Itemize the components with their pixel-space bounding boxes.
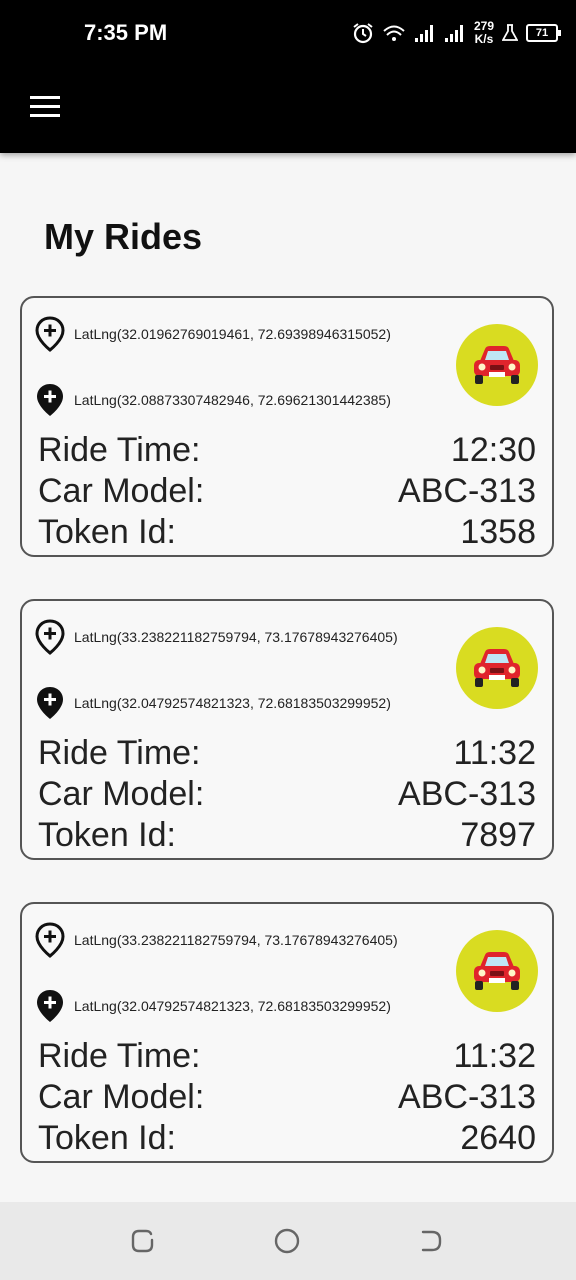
pickup-coordinates: LatLng(33.238221182759794, 73.1767894327… (74, 932, 398, 948)
dropoff-location: LatLng(32.08873307482946, 72.69621301442… (34, 382, 391, 418)
token-id-label: Token Id: (38, 1119, 176, 1157)
home-icon[interactable] (274, 1228, 300, 1254)
pickup-coordinates: LatLng(33.238221182759794, 73.1767894327… (74, 629, 398, 645)
system-nav-bar (0, 1202, 576, 1280)
dropoff-coordinates: LatLng(32.04792574821323, 72.68183503299… (74, 695, 391, 711)
back-icon[interactable] (418, 1228, 444, 1254)
pickup-location: LatLng(32.01962769019461, 72.69398946315… (34, 316, 391, 352)
car-model-row: Car Model: ABC-313 (38, 1077, 536, 1118)
car-icon (474, 952, 520, 990)
ride-time-row: Ride Time: 12:30 (38, 430, 536, 471)
dropoff-coordinates: LatLng(32.04792574821323, 72.68183503299… (74, 998, 391, 1014)
car-model-label: Car Model: (38, 472, 205, 510)
dropoff-location: LatLng(32.04792574821323, 72.68183503299… (34, 685, 391, 721)
token-id-row: Token Id: 1358 (38, 512, 536, 553)
wifi-icon (383, 25, 405, 41)
flask-icon (502, 24, 518, 41)
token-id-value: 7897 (460, 816, 536, 854)
app-bar: 7:35 PM 279 K/s 71 (0, 0, 576, 153)
ride-card[interactable]: LatLng(33.238221182759794, 73.1767894327… (20, 599, 554, 860)
car-model-row: Car Model: ABC-313 (38, 471, 536, 512)
ride-details: Ride Time: 11:32 Car Model: ABC-313 Toke… (38, 1036, 536, 1159)
ride-time-label: Ride Time: (38, 431, 201, 469)
ride-card[interactable]: LatLng(32.01962769019461, 72.69398946315… (20, 296, 554, 557)
ride-time-row: Ride Time: 11:32 (38, 733, 536, 774)
pickup-location: LatLng(33.238221182759794, 73.1767894327… (34, 619, 398, 655)
net-speed: 279 K/s (474, 20, 494, 46)
ride-card[interactable]: LatLng(33.238221182759794, 73.1767894327… (20, 902, 554, 1163)
pickup-coordinates: LatLng(32.01962769019461, 72.69398946315… (74, 326, 391, 342)
ride-time-value: 12:30 (450, 431, 536, 469)
car-avatar (456, 930, 538, 1012)
add-location-outline-icon (35, 619, 65, 655)
add-location-filled-icon (37, 384, 63, 416)
add-location-filled-icon (37, 990, 63, 1022)
add-location-filled-icon (37, 687, 63, 719)
car-model-value: ABC-313 (398, 775, 536, 813)
alarm-icon (353, 23, 373, 44)
car-model-label: Car Model: (38, 1078, 205, 1116)
dropoff-coordinates: LatLng(32.08873307482946, 72.69621301442… (74, 392, 391, 408)
ride-time-value: 11:32 (453, 1037, 536, 1075)
status-bar: 7:35 PM 279 K/s 71 (0, 0, 576, 66)
signal-icon-2 (444, 25, 463, 42)
ride-time-row: Ride Time: 11:32 (38, 1036, 536, 1077)
car-avatar (456, 627, 538, 709)
net-speed-unit: K/s (474, 32, 494, 46)
car-model-label: Car Model: (38, 775, 205, 813)
car-avatar (456, 324, 538, 406)
ride-time-label: Ride Time: (38, 734, 201, 772)
token-id-value: 2640 (460, 1119, 536, 1157)
car-model-value: ABC-313 (398, 1078, 536, 1116)
dropoff-location: LatLng(32.04792574821323, 72.68183503299… (34, 988, 391, 1024)
page-title: My Rides (44, 216, 203, 257)
recent-apps-icon[interactable] (130, 1228, 156, 1254)
signal-icon (414, 25, 433, 42)
battery-icon: 71 (526, 24, 561, 42)
status-icons: 279 K/s 71 (352, 16, 561, 50)
car-model-value: ABC-313 (398, 472, 536, 510)
token-id-value: 1358 (460, 513, 536, 551)
token-id-label: Token Id: (38, 816, 176, 854)
token-id-label: Token Id: (38, 513, 176, 551)
token-id-row: Token Id: 2640 (38, 1118, 536, 1159)
car-model-row: Car Model: ABC-313 (38, 774, 536, 815)
ride-details: Ride Time: 12:30 Car Model: ABC-313 Toke… (38, 430, 536, 553)
hamburger-menu-icon[interactable] (30, 96, 60, 120)
ride-details: Ride Time: 11:32 Car Model: ABC-313 Toke… (38, 733, 536, 856)
car-icon (474, 346, 520, 384)
car-icon (474, 649, 520, 687)
add-location-outline-icon (35, 316, 65, 352)
status-time: 7:35 PM (84, 20, 168, 45)
ride-time-value: 11:32 (453, 734, 536, 772)
add-location-outline-icon (35, 922, 65, 958)
token-id-row: Token Id: 7897 (38, 815, 536, 856)
pickup-location: LatLng(33.238221182759794, 73.1767894327… (34, 922, 398, 958)
ride-time-label: Ride Time: (38, 1037, 201, 1075)
